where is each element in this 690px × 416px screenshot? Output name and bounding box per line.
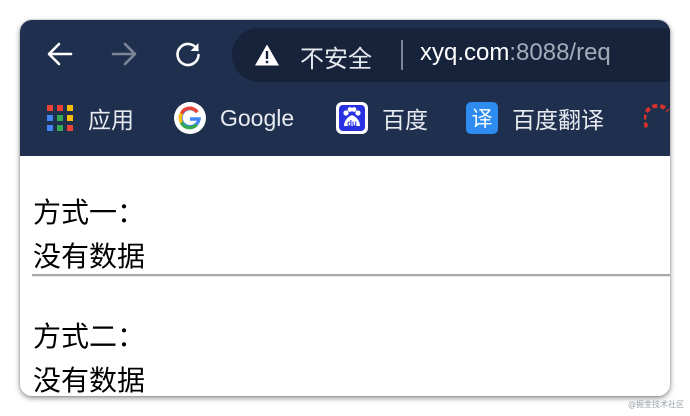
bookmark-label: Google [220, 104, 295, 131]
section2-title: 方式二： [33, 320, 146, 353]
browser-toolbar: 不安全 xyq.com:8088/req 应用 Google du 百度 译 百… [20, 20, 670, 156]
bookmark-label: 应用 [88, 108, 134, 134]
baidu-icon: du [336, 102, 368, 134]
url-text[interactable]: xyq.com:8088/req [420, 39, 611, 67]
page-content: 方式一： 没有数据 方式二： 没有数据 [20, 156, 670, 396]
watermark: @掘金技术社区 [628, 400, 684, 409]
bookmark-baidu-translate[interactable]: 译 百度翻译 [466, 102, 604, 134]
horizontal-rule [32, 274, 670, 277]
bookmark-label: 百度 [382, 108, 428, 134]
section1-title: 方式一： [33, 196, 146, 229]
url-path: :8088/req [509, 39, 611, 66]
security-label: 不安全 [300, 45, 372, 73]
baidu-translate-icon: 译 [466, 102, 498, 134]
arrow-right-icon [111, 42, 137, 66]
speedometer-icon [644, 103, 670, 129]
address-bar[interactable]: 不安全 xyq.com:8088/req [232, 28, 670, 82]
svg-text:du: du [347, 119, 357, 128]
google-icon [174, 102, 206, 134]
bookmark-label: 百度翻译 [512, 108, 604, 134]
bookmark-apps[interactable]: 应用 [46, 102, 134, 134]
forward-button[interactable] [104, 34, 144, 74]
bookmark-partial[interactable] [644, 102, 670, 134]
back-button[interactable] [40, 34, 80, 74]
apps-grid-icon [47, 105, 73, 131]
svg-text:译: 译 [472, 107, 493, 131]
url-host: xyq.com [420, 39, 510, 66]
address-divider [401, 40, 403, 70]
reload-icon [176, 42, 200, 67]
warning-triangle-icon [255, 44, 279, 66]
bookmark-baidu[interactable]: du 百度 [336, 102, 428, 134]
reload-button[interactable] [168, 34, 208, 74]
browser-window: 不安全 xyq.com:8088/req 应用 Google du 百度 译 百… [20, 20, 670, 396]
section2-text: 没有数据 [33, 364, 146, 396]
section1-text: 没有数据 [33, 240, 146, 273]
bookmarks-bar: 应用 Google du 百度 译 百度翻译 [20, 96, 670, 140]
arrow-left-icon [47, 42, 73, 66]
bookmark-google[interactable]: Google [174, 102, 294, 134]
